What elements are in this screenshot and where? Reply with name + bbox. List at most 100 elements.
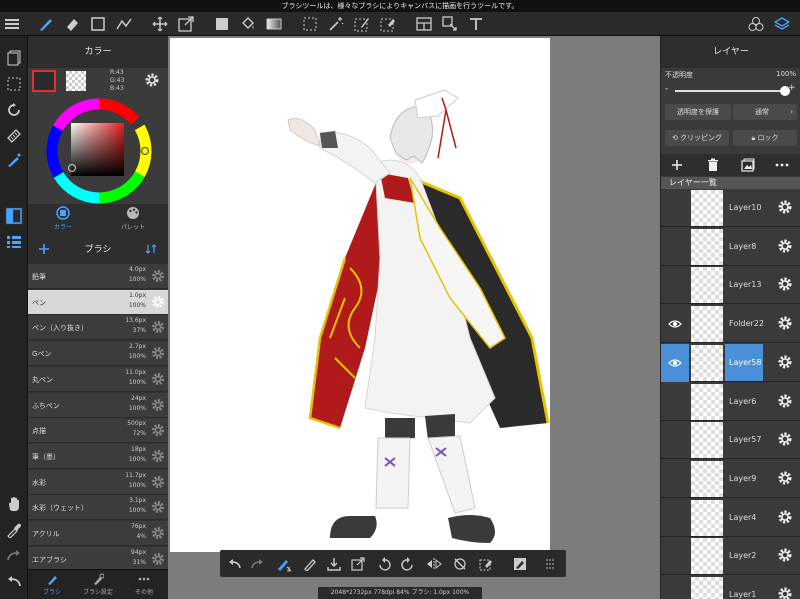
select-eraser-icon[interactable]: [378, 14, 398, 34]
layer-settings-gear-icon[interactable]: [777, 354, 793, 370]
tab-palette[interactable]: パレット: [118, 206, 148, 231]
undo-icon[interactable]: [4, 572, 24, 592]
redo-button-icon[interactable]: [248, 554, 268, 574]
pen-icon[interactable]: [300, 554, 320, 574]
brush-settings-gear-icon[interactable]: [151, 500, 165, 514]
brush-item[interactable]: 水彩 11.7px 100%: [28, 469, 168, 495]
layer-visibility-eye-icon[interactable]: [661, 266, 689, 304]
tab-brush-settings[interactable]: ブラシ設定: [78, 573, 118, 596]
select-pen-icon[interactable]: [352, 14, 372, 34]
layer-visibility-eye-icon[interactable]: [661, 537, 689, 575]
drawing-canvas[interactable]: [170, 38, 550, 552]
layer-more-icon[interactable]: [775, 163, 789, 167]
layer-visibility-eye-icon[interactable]: [661, 343, 689, 382]
brush-tool-icon[interactable]: [36, 14, 56, 34]
layer-settings-gear-icon[interactable]: [777, 393, 793, 409]
brush-settings-gear-icon[interactable]: [151, 295, 165, 309]
gradient-tool-icon[interactable]: [264, 14, 284, 34]
correction-tool-icon[interactable]: [114, 14, 134, 34]
panel-list-icon[interactable]: [4, 232, 24, 252]
operation-tool-icon[interactable]: [440, 14, 460, 34]
panel-layout-icon[interactable]: [4, 206, 24, 226]
layer-settings-gear-icon[interactable]: [777, 238, 793, 254]
hand-tool-icon[interactable]: [4, 494, 24, 514]
brush-snap-icon[interactable]: [274, 554, 294, 574]
layer-settings-gear-icon[interactable]: [777, 315, 793, 331]
ruler-icon[interactable]: [4, 126, 24, 146]
lock-button[interactable]: 🔒︎ ロック: [733, 130, 797, 146]
layer-row[interactable]: Layer9: [661, 459, 800, 498]
frame-divider-icon[interactable]: [414, 14, 434, 34]
opacity-slider[interactable]: [675, 86, 790, 96]
opacity-plus-icon[interactable]: +: [788, 83, 796, 93]
tab-color[interactable]: カラー: [48, 206, 78, 231]
tab-brush[interactable]: ブラシ: [32, 573, 72, 596]
layer-settings-gear-icon[interactable]: [777, 199, 793, 215]
rotate-right-icon[interactable]: [398, 554, 418, 574]
opacity-minus-icon[interactable]: -: [665, 84, 668, 94]
delete-layer-icon[interactable]: [707, 158, 719, 172]
color-settings-gear-icon[interactable]: [144, 72, 160, 88]
hue-color-wheel[interactable]: [44, 96, 154, 206]
gallery-icon[interactable]: [4, 48, 24, 68]
import-icon[interactable]: [324, 554, 344, 574]
protect-alpha-button[interactable]: 透明度を保護: [665, 104, 731, 120]
shape-tool-icon[interactable]: [88, 14, 108, 34]
layer-image-icon[interactable]: [741, 158, 755, 172]
clipping-button[interactable]: ⟲ クリッピング: [665, 130, 729, 146]
brush-item[interactable]: アクリル 76px 4%: [28, 521, 168, 546]
flip-horizontal-icon[interactable]: [424, 554, 444, 574]
layer-visibility-eye-icon[interactable]: [661, 383, 689, 421]
brush-item[interactable]: ふちペン 24px 100%: [28, 392, 168, 418]
brush-item[interactable]: ペン 1.0px 100%: [28, 289, 168, 315]
sort-brush-icon[interactable]: [145, 243, 157, 255]
magic-wand-icon[interactable]: [326, 14, 346, 34]
layer-row[interactable]: Layer57: [661, 421, 800, 460]
add-layer-icon[interactable]: [671, 159, 683, 171]
layer-visibility-eye-icon[interactable]: [661, 305, 689, 343]
layer-visibility-eye-icon[interactable]: [661, 421, 689, 459]
menu-icon[interactable]: [2, 14, 22, 34]
brush-settings-gear-icon[interactable]: [151, 320, 165, 334]
layer-visibility-eye-icon[interactable]: [661, 460, 689, 498]
layer-row[interactable]: Layer13: [661, 266, 800, 305]
select-rect-icon[interactable]: [300, 14, 320, 34]
add-brush-icon[interactable]: [38, 243, 50, 255]
brush-item[interactable]: 鉛筆 4.0px 100%: [28, 264, 168, 289]
transform-icon[interactable]: [348, 554, 368, 574]
brush-settings-gear-icon[interactable]: [151, 423, 165, 437]
layers-toggle-icon[interactable]: [772, 14, 792, 34]
rotate-canvas-icon[interactable]: [4, 100, 24, 120]
brush-settings-gear-icon[interactable]: [151, 475, 165, 489]
brush-item[interactable]: 水彩（ウェット） 3.1px 100%: [28, 495, 168, 521]
canvas-area[interactable]: [168, 36, 660, 599]
layer-visibility-eye-icon[interactable]: [661, 189, 689, 227]
layer-visibility-eye-icon[interactable]: [661, 228, 689, 266]
layer-visibility-eye-icon[interactable]: [661, 576, 689, 599]
layer-row[interactable]: Layer8: [661, 227, 800, 266]
layer-row[interactable]: Layer4: [661, 498, 800, 537]
bucket-tool-icon[interactable]: [238, 14, 258, 34]
redo-icon[interactable]: [4, 546, 24, 566]
brush-item[interactable]: エアブラシ 94px 31%: [28, 546, 168, 572]
snap-pen-icon[interactable]: [4, 150, 24, 170]
layer-visibility-eye-icon[interactable]: [661, 499, 689, 537]
move-tool-icon[interactable]: [150, 14, 170, 34]
brush-item[interactable]: ペン（入り抜き） 13.6px 37%: [28, 315, 168, 341]
blend-mode-select[interactable]: 通常 ›: [733, 104, 797, 120]
eraser-tool-icon[interactable]: [62, 14, 82, 34]
layer-row[interactable]: Layer1: [661, 576, 800, 599]
edit-mode-icon[interactable]: [510, 554, 530, 574]
brush-settings-gear-icon[interactable]: [151, 269, 165, 283]
brush-settings-gear-icon[interactable]: [151, 346, 165, 360]
materials-icon[interactable]: [746, 14, 766, 34]
transform-tool-icon[interactable]: [176, 14, 196, 34]
brush-settings-gear-icon[interactable]: [151, 552, 165, 566]
eyedropper-icon[interactable]: [4, 520, 24, 540]
layer-settings-gear-icon[interactable]: [777, 509, 793, 525]
layer-row[interactable]: Layer58: [661, 343, 800, 382]
layer-settings-gear-icon[interactable]: [777, 431, 793, 447]
brush-settings-gear-icon[interactable]: [151, 372, 165, 386]
layer-settings-gear-icon[interactable]: [777, 470, 793, 486]
selection-eraser-icon[interactable]: [476, 554, 496, 574]
